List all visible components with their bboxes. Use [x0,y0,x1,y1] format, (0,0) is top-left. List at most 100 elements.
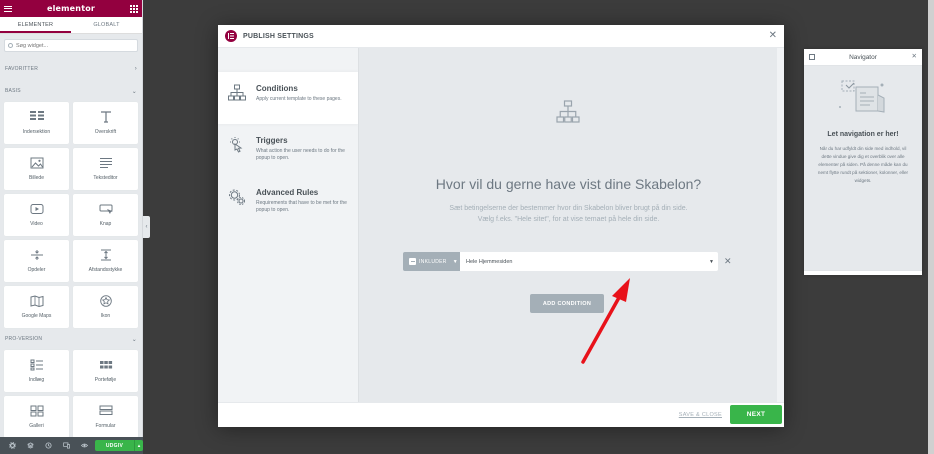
remove-condition-icon[interactable]: ✕ [724,256,732,267]
panel-collapse-toggle[interactable]: ‹ [143,216,150,238]
hamburger-menu-icon[interactable] [4,5,12,12]
widgets-grid-icon[interactable] [130,4,138,13]
widget-search-input[interactable] [16,42,116,49]
publish-settings-modal: PUBLISH SETTINGS ✕ Conditions Apply curr… [218,25,784,427]
close-icon[interactable]: ✕ [912,53,917,61]
gears-icon [229,189,245,205]
widget-icon[interactable]: Ikon [73,286,138,328]
category-basic[interactable]: BASIS ⌄ [0,80,142,102]
inner-section-icon [29,111,44,120]
widget-label: Billede [28,175,44,181]
settings-gear-icon[interactable] [3,437,21,454]
sidebar-item-desc: Requirements that have to be met for the… [256,200,347,213]
conditions-heading: Hvor vil du gerne have vist dine Skabelo… [435,176,702,192]
navigator-title: Navigator [849,53,877,61]
widget-label: Ikon [100,313,111,319]
widget-label: Overskrift [94,129,117,135]
widget-label: Galleri [29,423,44,429]
save-and-close-link[interactable]: SAVE & CLOSE [679,412,722,418]
modal-scrollbar[interactable] [777,48,784,402]
category-label: FAVORITTER [5,66,39,72]
widget-inner-section[interactable]: Indersektion [4,102,69,144]
caret-down-icon: ▼ [452,258,458,265]
close-icon[interactable]: ✕ [769,31,777,41]
collapse-square-icon[interactable] [809,54,815,60]
portfolio-icon [99,361,112,369]
minus-square-icon [409,258,416,265]
sidebar-item-triggers[interactable]: Triggers What action the user needs to d… [218,124,358,176]
history-icon[interactable] [39,437,57,454]
panel-footer: UDGIV ▴ [0,437,143,454]
sidebar-item-title: Triggers [256,136,288,145]
sidebar-item-desc: What action the user needs to do for the… [256,148,345,161]
chevron-right-icon: › [134,66,137,72]
condition-select[interactable]: Hele Hjemmesiden ▼ [460,252,718,271]
pointer-icon [230,137,243,153]
navigator-resize-handle[interactable] [804,270,922,275]
form-icon [99,405,112,415]
widget-label: Indlæg [28,377,45,383]
widget-divider[interactable]: Opdeler [4,240,69,282]
description-line: Sæt betingelserne der bestemmer hvor din… [449,205,688,212]
elementor-e-logo [225,30,237,42]
next-button[interactable]: NEXT [730,405,782,424]
navigator-header[interactable]: Navigator ✕ [804,49,922,66]
widget-video[interactable]: Video [4,194,69,236]
star-icon [99,295,112,307]
category-favorites[interactable]: FAVORITTER › [0,58,142,80]
widget-label: Indersektion [22,129,51,135]
responsive-mode-icon[interactable] [57,437,75,454]
widget-search-box [4,39,138,52]
sidebar-item-advanced-rules[interactable]: Advanced Rules Requirements that have to… [218,176,358,228]
elementor-logo: elementor [46,4,96,13]
modal-title: PUBLISH SETTINGS [243,32,314,40]
modal-sidebar: Conditions Apply current template to the… [218,48,358,402]
navigator-panel: Navigator ✕ Let navigation er her! Når d… [804,49,922,275]
canvas-scrollbar[interactable] [928,0,934,454]
modal-header: PUBLISH SETTINGS ✕ [218,25,784,48]
category-label: BASIS [5,88,21,94]
widget-label: Afstandsstykke [88,267,123,273]
publish-options-caret-icon[interactable]: ▴ [134,440,143,451]
widget-heading[interactable]: Overskrift [73,102,138,144]
category-pro[interactable]: PRO-VERSION ⌄ [0,328,142,350]
conditions-description: Sæt betingelserne der bestemmer hvor din… [359,203,778,225]
publish-button[interactable]: UDGIV [95,440,134,451]
posts-icon [30,359,43,371]
widget-portfolio[interactable]: Portefølje [73,350,138,392]
sidebar-item-conditions[interactable]: Conditions Apply current template to the… [218,72,358,124]
widget-gallery[interactable]: Galleri [4,396,69,438]
widget-label: Video [30,221,43,227]
tab-global[interactable]: GLOBALT [71,17,142,33]
navigator-heading: Let navigation er her! [827,131,899,138]
navigator-empty-illustration-icon [839,80,885,113]
image-icon [30,157,43,169]
red-annotation-arrow-icon [581,278,630,364]
widget-label: Google Maps [21,313,52,319]
navigator-description: Når du har udfyldt din side med indhold,… [817,146,909,183]
preview-eye-icon[interactable] [75,437,93,454]
widget-label: Opdeler [27,267,46,273]
sitemap-icon [556,100,580,123]
layers-icon[interactable] [21,437,39,454]
tab-elements[interactable]: ELEMENTER [0,17,71,33]
widget-google-maps[interactable]: Google Maps [4,286,69,328]
include-exclude-select[interactable]: INKLUDER ▼ [403,252,460,271]
widget-image[interactable]: Billede [4,148,69,190]
chevron-down-icon: ⌄ [131,88,137,95]
widget-spacer[interactable]: Afstandsstykke [73,240,138,282]
conditions-content: Hvor vil du gerne have vist dine Skabelo… [358,48,777,402]
widget-text-editor[interactable]: Teksteditor [73,148,138,190]
widget-button[interactable]: Knap [73,194,138,236]
modal-footer: SAVE & CLOSE NEXT [218,402,784,427]
widget-label: Knap [99,221,112,227]
map-icon [30,295,43,307]
chevron-down-icon: ⌄ [131,336,137,343]
widget-label: Portefølje [94,377,117,383]
basic-widget-grid: Indersektion Overskrift Billede Tekstedi… [0,102,142,328]
pro-widget-grid: Indlæg Portefølje Galleri Formular [0,350,142,438]
widget-posts[interactable]: Indlæg [4,350,69,392]
elementor-panel: elementor ELEMENTER GLOBALT FAVORITTER ›… [0,0,143,454]
gallery-icon [30,405,43,417]
widget-form[interactable]: Formular [73,396,138,438]
